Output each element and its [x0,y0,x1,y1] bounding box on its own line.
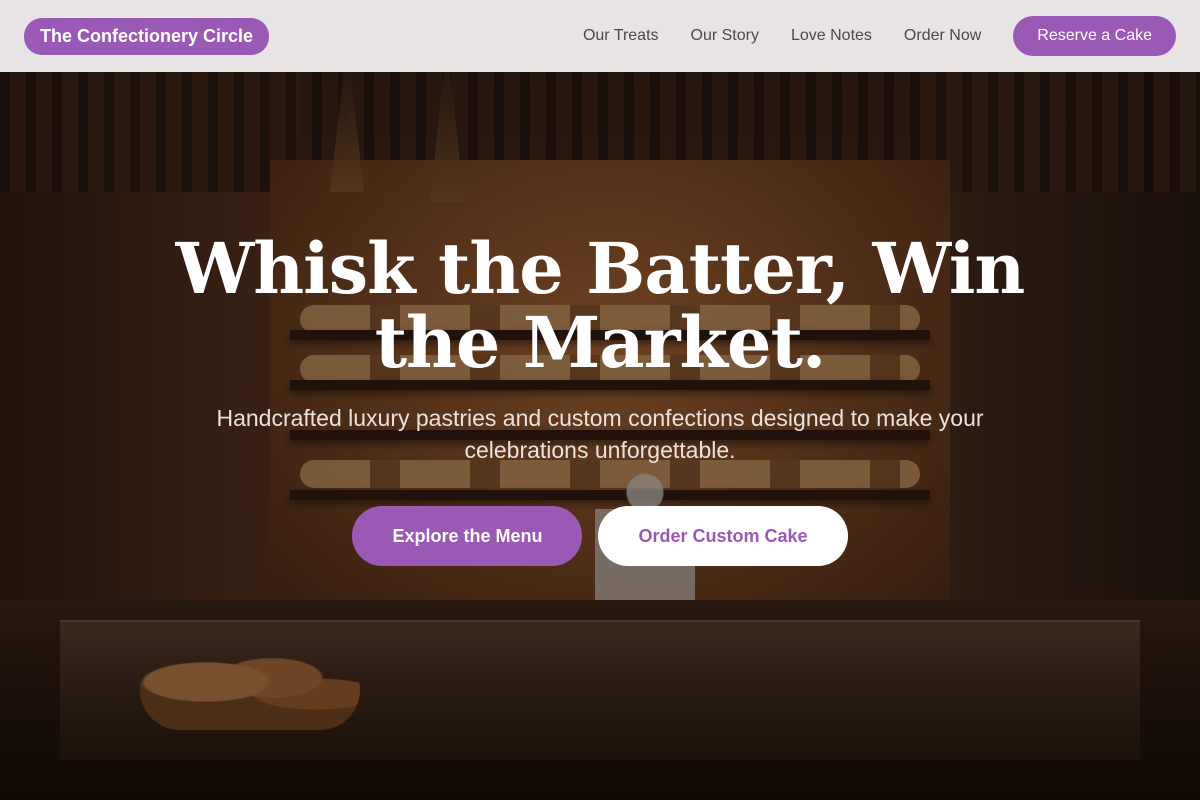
hero-buttons: Explore the Menu Order Custom Cake [0,506,1200,566]
hero-section: Whisk the Batter, Win the Market. Handcr… [0,232,1200,566]
main-nav: Our Treats Our Story Love Notes Order No… [551,16,1176,56]
order-custom-cake-button[interactable]: Order Custom Cake [598,506,848,566]
hero-subtitle: Handcrafted luxury pastries and custom c… [216,405,984,463]
brand-logo[interactable]: The Confectionery Circle [24,17,270,55]
nav-link-love-notes[interactable]: Love Notes [791,27,872,45]
nav-link-our-story[interactable]: Our Story [691,27,759,45]
site-header: The Confectionery Circle Our Treats Our … [0,0,1200,72]
reserve-cake-button[interactable]: Reserve a Cake [1013,16,1176,56]
nav-link-our-treats[interactable]: Our Treats [583,27,659,45]
nav-link-order-now[interactable]: Order Now [904,27,981,45]
hero-title: Whisk the Batter, Win the Market. [175,227,1026,384]
explore-menu-button[interactable]: Explore the Menu [352,506,583,566]
